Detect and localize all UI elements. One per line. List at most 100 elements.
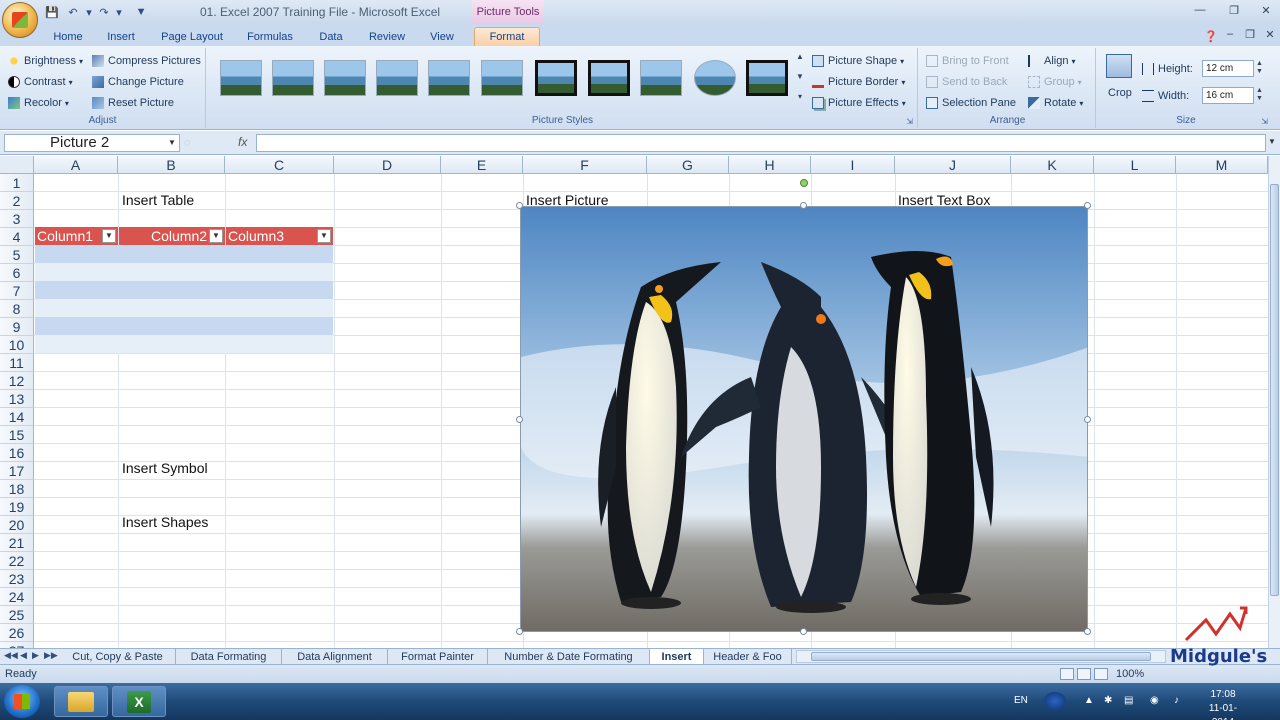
explorer-taskbar-button[interactable] (54, 686, 108, 717)
change-picture-button[interactable]: Change Picture (92, 73, 184, 91)
row-header[interactable]: 21 (0, 534, 34, 552)
style-thumb-1[interactable] (220, 60, 262, 96)
style-thumb-7[interactable] (535, 60, 577, 96)
row-header[interactable]: 16 (0, 444, 34, 462)
page-break-view-button[interactable] (1094, 668, 1108, 680)
row-header[interactable]: 12 (0, 372, 34, 390)
next-sheet-icon[interactable]: ▶ (32, 650, 39, 661)
table-row[interactable] (35, 263, 333, 281)
display-icon[interactable]: ▤ (1124, 695, 1133, 706)
recolor-button[interactable]: Recolor ▾ (8, 94, 69, 112)
row-header[interactable]: 6 (0, 264, 34, 282)
tab-home[interactable]: Home (48, 27, 88, 46)
resize-handle-left[interactable] (516, 416, 523, 423)
close-icon[interactable]: ✕ (1258, 4, 1274, 18)
row-header[interactable]: 24 (0, 588, 34, 606)
row-header[interactable]: 18 (0, 480, 34, 498)
name-box[interactable]: Picture 2 (4, 134, 180, 152)
sheet-tab-header-footer[interactable]: Header & Foo (704, 649, 792, 664)
row-header[interactable]: 20 (0, 516, 34, 534)
insert-function-icon[interactable]: fx (238, 135, 247, 149)
cell-b17[interactable]: Insert Symbol (122, 460, 208, 476)
restore-icon[interactable]: ❐ (1226, 4, 1242, 18)
row-header[interactable]: 7 (0, 282, 34, 300)
tab-data[interactable]: Data (312, 27, 350, 46)
col-header-b[interactable]: B (118, 156, 225, 174)
language-indicator[interactable]: EN (1014, 695, 1028, 706)
gallery-up-icon[interactable]: ▲ (794, 52, 806, 66)
table-row[interactable] (35, 245, 333, 263)
save-icon[interactable]: 💾 (44, 4, 60, 20)
workbook-restore-icon[interactable]: ❐ (1242, 28, 1258, 42)
filter-dropdown-icon[interactable]: ▼ (102, 229, 116, 243)
sheet-tab-data-formating[interactable]: Data Formating (176, 649, 282, 664)
brightness-button[interactable]: Brightness ▾ (8, 52, 83, 70)
col-header-j[interactable]: J (895, 156, 1011, 174)
row-header[interactable]: 17 (0, 462, 34, 480)
tab-review[interactable]: Review (364, 27, 410, 46)
last-sheet-icon[interactable]: ▶▶ (44, 650, 58, 661)
show-hidden-icons[interactable]: ▲ (1084, 695, 1094, 706)
first-sheet-icon[interactable]: ◀◀ (4, 650, 18, 661)
width-input[interactable]: 16 cm (1202, 87, 1254, 104)
resize-handle-bottom-right[interactable] (1084, 628, 1091, 635)
style-thumb-4[interactable] (376, 60, 418, 96)
sheet-tab-data-alignment[interactable]: Data Alignment (282, 649, 388, 664)
style-thumb-5[interactable] (428, 60, 470, 96)
style-thumb-9[interactable] (640, 60, 682, 96)
table-row[interactable] (35, 317, 333, 335)
system-clock[interactable]: 17:08 11-01-2014 (1198, 688, 1248, 720)
row-header[interactable]: 25 (0, 606, 34, 624)
rotate-button[interactable]: Rotate ▾ (1028, 94, 1083, 112)
bluetooth-icon[interactable]: ✱ (1104, 695, 1112, 706)
antivirus-icon[interactable]: ◉ (1150, 695, 1159, 706)
col-header-k[interactable]: K (1011, 156, 1094, 174)
customize-qat-icon[interactable]: ▼ (136, 4, 147, 20)
cell-b20[interactable]: Insert Shapes (122, 514, 208, 530)
vertical-scrollbar[interactable] (1268, 156, 1280, 648)
page-layout-view-button[interactable] (1077, 668, 1091, 680)
table-row[interactable] (35, 281, 333, 299)
tab-formulas[interactable]: Formulas (242, 27, 298, 46)
contrast-button[interactable]: Contrast ▾ (8, 73, 73, 91)
table-header-column1[interactable]: Column1 ▼ (35, 227, 118, 245)
row-header[interactable]: 23 (0, 570, 34, 588)
minimize-icon[interactable]: — (1192, 4, 1208, 18)
col-header-d[interactable]: D (334, 156, 441, 174)
filter-dropdown-icon[interactable]: ▼ (317, 229, 331, 243)
picture-border-button[interactable]: Picture Border ▾ (812, 73, 905, 91)
row-header[interactable]: 22 (0, 552, 34, 570)
workbook-minimize-icon[interactable]: – (1222, 28, 1238, 42)
compress-pictures-button[interactable]: Compress Pictures (92, 52, 201, 70)
vertical-scroll-thumb[interactable] (1270, 184, 1279, 596)
style-thumb-10[interactable] (694, 60, 736, 96)
width-spinner-icon[interactable]: ▲ ▼ (1256, 87, 1263, 103)
zoom-level[interactable]: 100% (1116, 668, 1144, 680)
align-button[interactable]: Align ▾ (1028, 52, 1075, 70)
style-thumb-3[interactable] (324, 60, 366, 96)
group-button[interactable]: Group ▾ (1028, 73, 1082, 91)
filter-dropdown-icon[interactable]: ▼ (209, 229, 223, 243)
style-thumb-8[interactable] (588, 60, 630, 96)
col-header-i[interactable]: I (811, 156, 895, 174)
row-header[interactable]: 1 (0, 174, 34, 192)
styles-launcher-icon[interactable]: ⇲ (906, 117, 913, 126)
tab-view[interactable]: View (422, 27, 462, 46)
col-header-a[interactable]: A (34, 156, 118, 174)
resize-handle-bottom[interactable] (800, 628, 807, 635)
col-header-f[interactable]: F (523, 156, 647, 174)
reset-picture-button[interactable]: Reset Picture (92, 94, 174, 112)
bring-to-front-button[interactable]: Bring to Front (926, 52, 1009, 70)
col-header-m[interactable]: M (1176, 156, 1268, 174)
row-header[interactable]: 8 (0, 300, 34, 318)
rotation-handle[interactable] (800, 179, 808, 187)
prev-sheet-icon[interactable]: ◀ (20, 650, 27, 661)
selection-pane-button[interactable]: Selection Pane (926, 94, 1016, 112)
horizontal-scroll-thumb[interactable] (811, 652, 1151, 661)
formula-input[interactable] (256, 134, 1266, 152)
row-header[interactable]: 13 (0, 390, 34, 408)
resize-handle-top[interactable] (800, 202, 807, 209)
gallery-more-icon[interactable]: ▾ (794, 92, 806, 106)
picture-shape-button[interactable]: Picture Shape ▾ (812, 52, 904, 70)
style-thumb-11[interactable] (746, 60, 788, 96)
